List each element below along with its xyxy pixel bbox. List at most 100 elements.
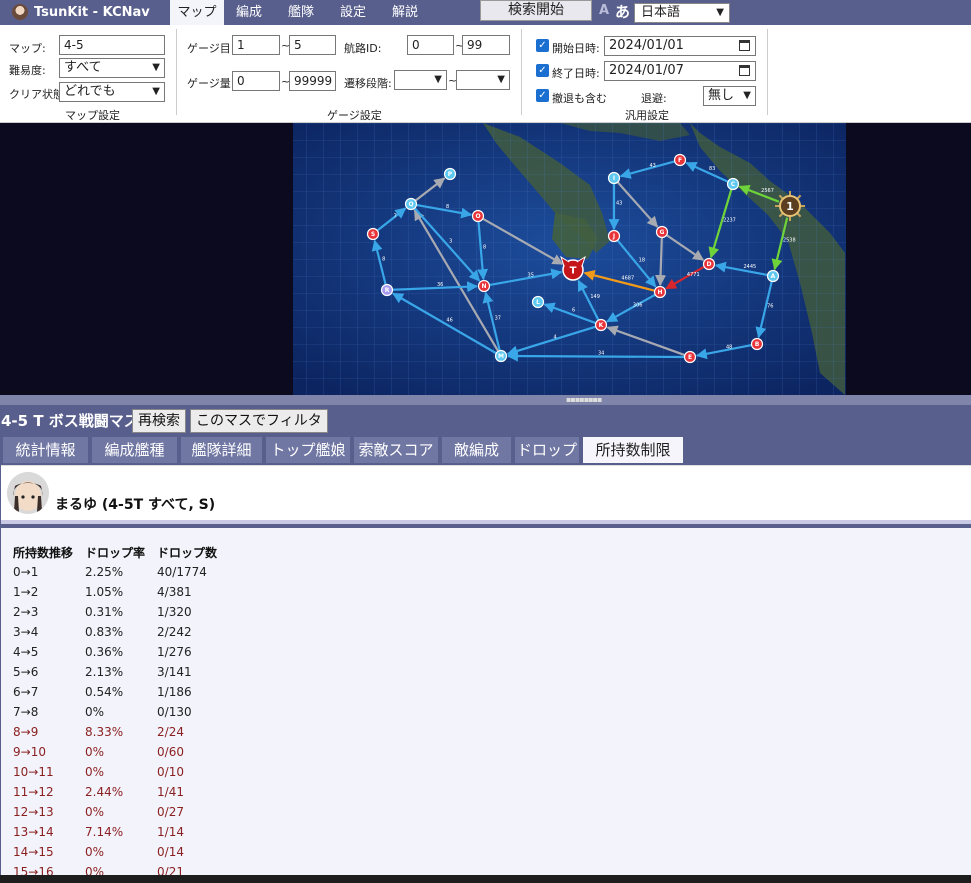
calendar-icon[interactable] (739, 65, 750, 76)
evasion-label: 退避: (641, 92, 667, 105)
retreat-checkbox[interactable]: ✓ (536, 89, 549, 102)
map-node-label: H (657, 289, 662, 296)
table-row: 13→14 7.14% 1/14 (13, 822, 229, 842)
map-node-E[interactable]: E (683, 350, 697, 364)
end-date-checkbox[interactable]: ✓ (536, 64, 549, 77)
map-node-J[interactable]: J (607, 229, 621, 243)
gauge-amount-from-input[interactable]: 0 (232, 71, 280, 91)
difficulty-select[interactable]: すべて ▼ (59, 58, 165, 78)
drop-rate-cell: 0% (85, 805, 105, 819)
map-node-R[interactable]: R (380, 283, 394, 297)
start-date-checkbox[interactable]: ✓ (536, 39, 549, 52)
map-node-D[interactable]: D (702, 257, 716, 271)
tab-ownership-limit[interactable]: 所持数制限 (583, 437, 683, 463)
transition-to-select[interactable]: ▼ (456, 70, 510, 90)
research-button[interactable]: 再検索 (132, 409, 186, 433)
transition-from-select[interactable]: ▼ (394, 70, 447, 90)
start-node-ship-wheel-icon[interactable]: 1 (775, 191, 805, 221)
chevron-down-icon: ▼ (743, 90, 751, 101)
nav-tab-fleets[interactable]: 艦隊 (280, 0, 322, 25)
map-node-M[interactable]: M (494, 349, 508, 363)
drop-count-cell: 0/60 (157, 745, 184, 759)
ownership-transition-cell: 3→4 (13, 625, 39, 639)
chevron-down-icon: ▼ (152, 62, 160, 73)
map-node-label: R (385, 287, 390, 294)
route-edge-count: 43 (649, 163, 655, 169)
gauge-num-from-input[interactable]: 1 (232, 35, 280, 55)
map-node-K[interactable]: K (594, 318, 608, 332)
map-node-Q[interactable]: Q (404, 197, 418, 211)
map-input[interactable]: 4-5 (59, 35, 165, 55)
tab-fleet-details[interactable]: 艦隊詳細 (181, 437, 262, 463)
language-value: 日本語 (641, 5, 681, 20)
table-row: 14→15 0% 0/14 (13, 842, 229, 862)
map-viewer[interactable]: 2567 2538 2237 83 43 43 18 2445 76 48 4771 4687 306 1… (0, 123, 971, 395)
table-row: 11→12 2.44% 1/41 (13, 782, 229, 802)
ownership-transition-cell: 1→2 (13, 585, 39, 599)
nav-tab-settings[interactable]: 設定 (332, 0, 374, 25)
drop-count-cell: 2/24 (157, 725, 184, 739)
route-id-from-input[interactable]: 0 (407, 35, 454, 55)
map-node-B[interactable]: B (750, 337, 764, 351)
chevron-down-icon: ▼ (497, 74, 505, 85)
map-node-label: G (660, 229, 665, 236)
gauge-amount-to-input[interactable]: 99999 (289, 71, 336, 91)
ownership-transition-cell: 6→7 (13, 685, 39, 699)
tab-enemy-fleet[interactable]: 敵編成 (442, 437, 511, 463)
drop-rate-cell: 2.25% (85, 565, 124, 579)
tab-los-score[interactable]: 索敵スコア (354, 437, 438, 463)
map-node-N[interactable]: N (477, 279, 491, 293)
map-node-S[interactable]: S (366, 227, 380, 241)
map-node-L[interactable]: L (531, 295, 545, 309)
calendar-icon[interactable] (739, 40, 750, 51)
map-node-I[interactable]: I (607, 171, 621, 185)
map-node-C[interactable]: C (726, 177, 740, 191)
drop-count-cell: 1/276 (157, 645, 192, 659)
route-edge-count: 3 (449, 239, 452, 245)
map-node-A[interactable]: A (766, 269, 780, 283)
chevron-down-icon: ▼ (434, 74, 442, 85)
tab-statistics[interactable]: 統計情報 (3, 437, 88, 463)
filter-by-cell-button[interactable]: このマスでフィルタ (190, 409, 328, 433)
search-start-button[interactable]: 検索開始 (480, 0, 592, 21)
route-id-to-input[interactable]: 99 (462, 35, 510, 55)
end-date-input[interactable]: 2024/01/07 (604, 61, 756, 81)
language-select[interactable]: 日本語 ▼ (634, 3, 730, 23)
top-navbar: TsunKit - KCNav マップ 編成 艦隊 設定 解説 検索開始 A あ… (0, 0, 971, 25)
column-header-ownership: 所持数推移 (13, 545, 74, 560)
grip-icon: ▪▪▪▪▪▪▪▪ (566, 395, 602, 404)
start-date-input[interactable]: 2024/01/01 (604, 36, 756, 56)
nav-tab-fleet-composition[interactable]: 編成 (228, 0, 270, 25)
tab-ship-types[interactable]: 編成艦種 (92, 437, 177, 463)
ownership-transition-cell: 11→12 (13, 785, 54, 799)
ownership-transition-cell: 13→14 (13, 825, 54, 839)
map-node-O[interactable]: O (471, 209, 485, 223)
route-edge-count: 35 (528, 273, 534, 279)
map-node-G[interactable]: G (655, 225, 669, 239)
sea-map[interactable]: 2567253822378343431824457648477146873061… (0, 123, 971, 395)
ownership-transition-cell: 0→1 (13, 565, 39, 579)
map-node-F[interactable]: F (673, 153, 687, 167)
route-edge-count: 2567 (761, 188, 774, 194)
tab-drops[interactable]: ドロップ (515, 437, 579, 463)
route-edge-count: 36 (437, 282, 443, 288)
font-toggle-japanese[interactable]: あ (615, 1, 630, 22)
clear-state-select[interactable]: どれでも ▼ (59, 82, 165, 102)
evasion-select[interactable]: 無し ▼ (703, 86, 756, 106)
resize-handle[interactable]: ▪▪▪▪▪▪▪▪ (0, 395, 971, 405)
font-toggle-latin[interactable]: A (599, 3, 609, 18)
table-row: 6→7 0.54% 1/186 (13, 682, 229, 702)
table-row: 12→13 0% 0/27 (13, 802, 229, 822)
app-brand[interactable]: TsunKit - KCNav (12, 4, 150, 20)
map-node-T[interactable]: T (560, 255, 586, 281)
tab-top-ships[interactable]: トップ艦娘 (266, 437, 350, 463)
nav-tab-map[interactable]: マップ (170, 0, 224, 25)
app-title: TsunKit - KCNav (34, 4, 150, 20)
map-node-P[interactable]: P (443, 167, 457, 181)
ownership-transition-cell: 14→15 (13, 845, 54, 859)
gauge-num-to-input[interactable]: 5 (289, 35, 336, 55)
map-node-H[interactable]: H (653, 285, 667, 299)
route-edge-count: 8 (446, 204, 449, 210)
nav-tab-guide[interactable]: 解説 (384, 0, 426, 25)
route-edge-count: 4771 (687, 272, 700, 278)
